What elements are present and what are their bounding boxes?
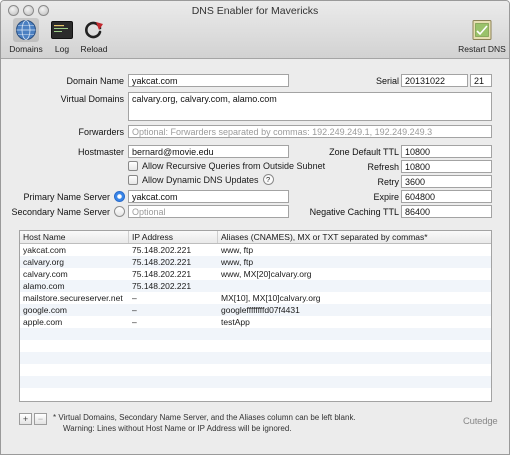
column-header-ip-address[interactable]: IP Address (129, 231, 218, 243)
secondary-ns-radio[interactable] (114, 206, 125, 217)
table-row[interactable]: alamo.com 75.148.202.221 (20, 280, 491, 292)
primary-ns-input[interactable]: yakcat.com (128, 190, 289, 203)
cell-aliases[interactable]: googleffffffffd07f4431 (218, 304, 491, 316)
allow-dynamic-label: Allow Dynamic DNS Updates (142, 174, 259, 185)
refresh-label: Refresh (367, 162, 399, 172)
cell-aliases[interactable]: www, ftp (218, 256, 491, 268)
allow-recursive-checkbox-box[interactable] (128, 161, 138, 171)
help-icon[interactable]: ? (262, 174, 274, 185)
table-row[interactable]: apple.com – testApp (20, 316, 491, 328)
forwarders-input[interactable]: Optional: Forwarders separated by commas… (128, 125, 492, 138)
cell-aliases[interactable]: MX[10], MX[10]calvary.org (218, 292, 491, 304)
retry-input[interactable]: 3600 (401, 175, 492, 188)
cell-host[interactable]: google.com (20, 304, 129, 316)
table-header: Host Name IP Address Aliases (CNAMES), M… (20, 231, 491, 244)
column-header-aliases[interactable]: Aliases (CNAMES), MX or TXT separated by… (218, 231, 491, 243)
cell-ip[interactable]: 75.148.202.221 (129, 280, 218, 292)
toolbar-restart-dns-button[interactable]: Restart DNS (454, 18, 509, 54)
zone-ttl-input[interactable]: 10800 (401, 145, 492, 158)
retry-label: Retry (377, 177, 399, 187)
remove-row-button[interactable]: − (34, 413, 47, 425)
serial-suffix-input[interactable]: 21 (470, 74, 492, 87)
cell-host[interactable]: apple.com (20, 316, 129, 328)
neg-ttl-input[interactable]: 86400 (401, 205, 492, 218)
cell-host[interactable]: yakcat.com (20, 244, 129, 256)
toolbar-reload-label: Reload (80, 44, 108, 54)
cell-aliases[interactable] (218, 280, 491, 292)
allow-dynamic-checkbox[interactable]: Allow Dynamic DNS Updates ? (128, 174, 274, 185)
cell-ip[interactable]: 75.148.202.221 (129, 244, 218, 256)
restart-dns-icon (469, 18, 495, 42)
cell-aliases[interactable]: testApp (218, 316, 491, 328)
hosts-table[interactable]: Host Name IP Address Aliases (CNAMES), M… (19, 230, 492, 402)
column-header-host-name[interactable]: Host Name (20, 231, 129, 243)
title-bar: DNS Enabler for Mavericks Domains Log Re… (1, 1, 509, 59)
table-row-empty[interactable] (20, 364, 491, 376)
footer-note: * Virtual Domains, Secondary Name Server… (53, 412, 356, 434)
cell-host[interactable]: calvary.com (20, 268, 129, 280)
forwarders-label: Forwarders (78, 127, 124, 137)
primary-ns-label: Primary Name Server (23, 192, 110, 202)
table-row-empty[interactable] (20, 352, 491, 364)
serial-input[interactable]: 20131022 (401, 74, 468, 87)
reload-icon (81, 18, 107, 42)
table-row-empty[interactable] (20, 340, 491, 352)
toolbar-restart-dns-label: Restart DNS (458, 44, 506, 54)
footer-note-line2: Warning: Lines without Host Name or IP A… (63, 424, 292, 433)
cell-aliases[interactable]: www, MX[20]calvary.org (218, 268, 491, 280)
cell-ip[interactable]: 75.148.202.221 (129, 268, 218, 280)
hostmaster-input[interactable]: bernard@movie.edu (128, 145, 289, 158)
virtual-domains-textarea[interactable]: calvary.org, calvary.com, alamo.com (128, 92, 492, 121)
table-row-empty[interactable] (20, 376, 491, 388)
hostmaster-label: Hostmaster (77, 147, 124, 157)
table-row[interactable]: calvary.com 75.148.202.221 www, MX[20]ca… (20, 268, 491, 280)
table-row[interactable]: calvary.org 75.148.202.221 www, ftp (20, 256, 491, 268)
domain-name-input[interactable]: yakcat.com (128, 74, 289, 87)
cell-ip[interactable]: – (129, 316, 218, 328)
globe-icon (13, 18, 39, 42)
table-row-empty[interactable] (20, 388, 491, 400)
cell-host[interactable]: mailstore.secureserver.net (20, 292, 129, 304)
allow-dynamic-checkbox-box[interactable] (128, 174, 138, 185)
cell-ip[interactable]: – (129, 304, 218, 316)
toolbar-reload-button[interactable]: Reload (73, 18, 115, 54)
table-row[interactable]: mailstore.secureserver.net – MX[10], MX[… (20, 292, 491, 304)
secondary-ns-input[interactable]: Optional (128, 205, 289, 218)
zone-ttl-label: Zone Default TTL (329, 147, 399, 157)
serial-label: Serial (375, 76, 399, 86)
expire-label: Expire (373, 192, 399, 202)
app-window: DNS Enabler for Mavericks Domains Log Re… (0, 0, 510, 455)
domain-name-label: Domain Name (66, 76, 124, 86)
secondary-ns-label: Secondary Name Server (11, 207, 110, 217)
cell-host[interactable]: alamo.com (20, 280, 129, 292)
refresh-input[interactable]: 10800 (401, 160, 492, 173)
cutedge-logo: Cutedge (463, 416, 498, 427)
expire-input[interactable]: 604800 (401, 190, 492, 203)
cell-ip[interactable]: 75.148.202.221 (129, 256, 218, 268)
table-row[interactable]: google.com – googleffffffffd07f4431 (20, 304, 491, 316)
table-body: yakcat.com 75.148.202.221 www, ftp calva… (20, 244, 491, 400)
cell-host[interactable]: calvary.org (20, 256, 129, 268)
primary-ns-radio[interactable] (114, 191, 125, 202)
cell-aliases[interactable]: www, ftp (218, 244, 491, 256)
virtual-domains-label: Virtual Domains (60, 94, 124, 104)
table-row-empty[interactable] (20, 328, 491, 340)
console-log-icon (49, 18, 75, 42)
add-row-button[interactable]: + (19, 413, 32, 425)
window-title: DNS Enabler for Mavericks (191, 5, 319, 17)
footer-note-line1: * Virtual Domains, Secondary Name Server… (53, 413, 356, 422)
neg-ttl-label: Negative Caching TTL (309, 207, 399, 217)
cell-ip[interactable]: – (129, 292, 218, 304)
table-row[interactable]: yakcat.com 75.148.202.221 www, ftp (20, 244, 491, 256)
